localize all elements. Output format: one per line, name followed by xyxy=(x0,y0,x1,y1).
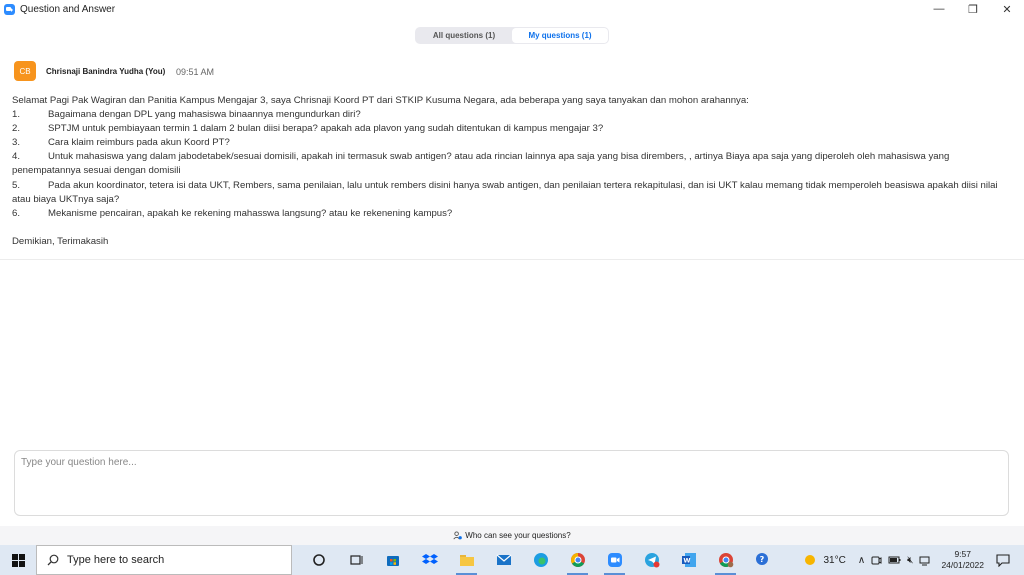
windows-taskbar: Type here to search W ? 31°C ∧ 🔇︎ 9:57 2… xyxy=(0,545,1024,575)
item-text: Pada akun koordinator, tetera isi data U… xyxy=(12,179,998,205)
message-time: 09:51 AM xyxy=(176,67,215,77)
item-text: Untuk mahasiswa yang dalam jabodetabek/s… xyxy=(12,151,950,177)
search-icon xyxy=(47,554,59,566)
window-title: Question and Answer xyxy=(20,3,116,15)
battery-icon[interactable] xyxy=(888,555,901,565)
who-can-see-link[interactable]: Who can see your questions? xyxy=(453,531,571,540)
zoom-app-icon xyxy=(4,3,15,15)
start-button[interactable] xyxy=(0,545,36,575)
zoom-icon[interactable] xyxy=(596,545,633,575)
taskbar-search[interactable]: Type here to search xyxy=(36,545,292,575)
title-bar: Question and Answer — ❐ ✕ xyxy=(0,0,1024,18)
chrome-profile-icon[interactable] xyxy=(707,545,744,575)
item-text: Bagaimana dengan DPL yang mahasiswa bina… xyxy=(48,109,361,121)
message-closing: Demikian, Terimakasih xyxy=(12,235,109,247)
search-placeholder: Type here to search xyxy=(67,554,165,566)
window-controls: — ❐ ✕ xyxy=(922,0,1024,18)
cortana-icon[interactable] xyxy=(300,545,337,575)
svg-text:W: W xyxy=(683,557,690,565)
word-icon[interactable]: W xyxy=(670,545,707,575)
network-icon[interactable] xyxy=(919,555,931,566)
item-text: Mekanisme pencairan, apakah ke rekening … xyxy=(48,207,453,219)
clock-time: 9:57 xyxy=(954,549,971,559)
chevron-up-icon[interactable]: ∧ xyxy=(858,555,865,566)
telegram-icon[interactable] xyxy=(633,545,670,575)
tab-all-questions[interactable]: All questions (1) xyxy=(416,28,512,43)
volume-muted-icon[interactable]: 🔇︎ xyxy=(907,555,913,566)
file-explorer-icon[interactable] xyxy=(448,545,485,575)
task-view-icon[interactable] xyxy=(337,545,374,575)
tab-my-questions[interactable]: My questions (1) xyxy=(512,28,608,43)
question-input[interactable] xyxy=(15,451,1008,515)
item-number: 5. xyxy=(12,179,21,191)
question-tabs: All questions (1) My questions (1) xyxy=(415,27,609,44)
list-item: 2. SPTJM untuk pembiayaan termin 1 dalam … xyxy=(12,122,1012,136)
maximize-button[interactable]: ❐ xyxy=(956,0,990,18)
store-icon[interactable] xyxy=(374,545,411,575)
list-item: 1. Bagaimana dengan DPL yang mahasiswa bi… xyxy=(12,108,1012,122)
minimize-button[interactable]: — xyxy=(922,0,956,18)
item-number: 4. xyxy=(12,151,21,163)
item-text: Cara klaim reimburs pada akun Koord PT? xyxy=(48,137,230,149)
temperature[interactable]: 31°C xyxy=(823,555,845,566)
question-input-box xyxy=(14,450,1009,516)
avatar: CB xyxy=(14,61,36,81)
item-number: 3. xyxy=(12,137,21,149)
item-text: SPTJM untuk pembiayaan termin 1 dalam 2 … xyxy=(48,123,604,135)
dropbox-icon[interactable] xyxy=(411,545,448,575)
notifications-icon[interactable] xyxy=(996,553,1010,567)
footer-bar: Who can see your questions? xyxy=(0,526,1024,545)
mail-icon[interactable] xyxy=(485,545,522,575)
edge-icon[interactable] xyxy=(522,545,559,575)
close-button[interactable]: ✕ xyxy=(990,0,1024,18)
item-number: 6. xyxy=(12,207,21,219)
weather-sun-icon xyxy=(805,555,816,565)
meet-now-icon[interactable] xyxy=(871,555,882,566)
item-number: 1. xyxy=(12,109,21,121)
chrome-icon[interactable] xyxy=(559,545,596,575)
people-icon xyxy=(453,531,463,540)
divider xyxy=(0,259,1024,260)
svg-text:?: ? xyxy=(759,555,764,564)
list-item: 5. Pada akun koordinator, tetera isi data… xyxy=(12,179,1012,207)
list-item: 3. Cara klaim reimburs pada akun Koord PT… xyxy=(12,136,1012,150)
system-tray: 31°C ∧ 🔇︎ 9:57 24/01/2022 xyxy=(803,545,1024,575)
message-intro: Selamat Pagi Pak Wagiran dan Panitia Kam… xyxy=(12,95,749,106)
clock-date: 24/01/2022 xyxy=(941,560,984,570)
list-item: 6. Mekanisme pencairan, apakah ke rekenin… xyxy=(12,207,1012,221)
help-icon[interactable]: ? xyxy=(744,545,781,575)
item-number: 2. xyxy=(12,123,21,135)
list-item: 4. Untuk mahasiswa yang dalam jabodetabek… xyxy=(12,150,1012,178)
who-can-see-label: Who can see your questions? xyxy=(465,531,571,540)
question-message: Selamat Pagi Pak Wagiran dan Panitia Kam… xyxy=(12,94,1012,249)
clock[interactable]: 9:57 24/01/2022 xyxy=(941,549,984,571)
pinned-apps: W ? xyxy=(300,545,781,575)
author-name: Chrisnaji Banindra Yudha (You) xyxy=(46,67,166,76)
windows-logo-icon xyxy=(11,553,25,567)
